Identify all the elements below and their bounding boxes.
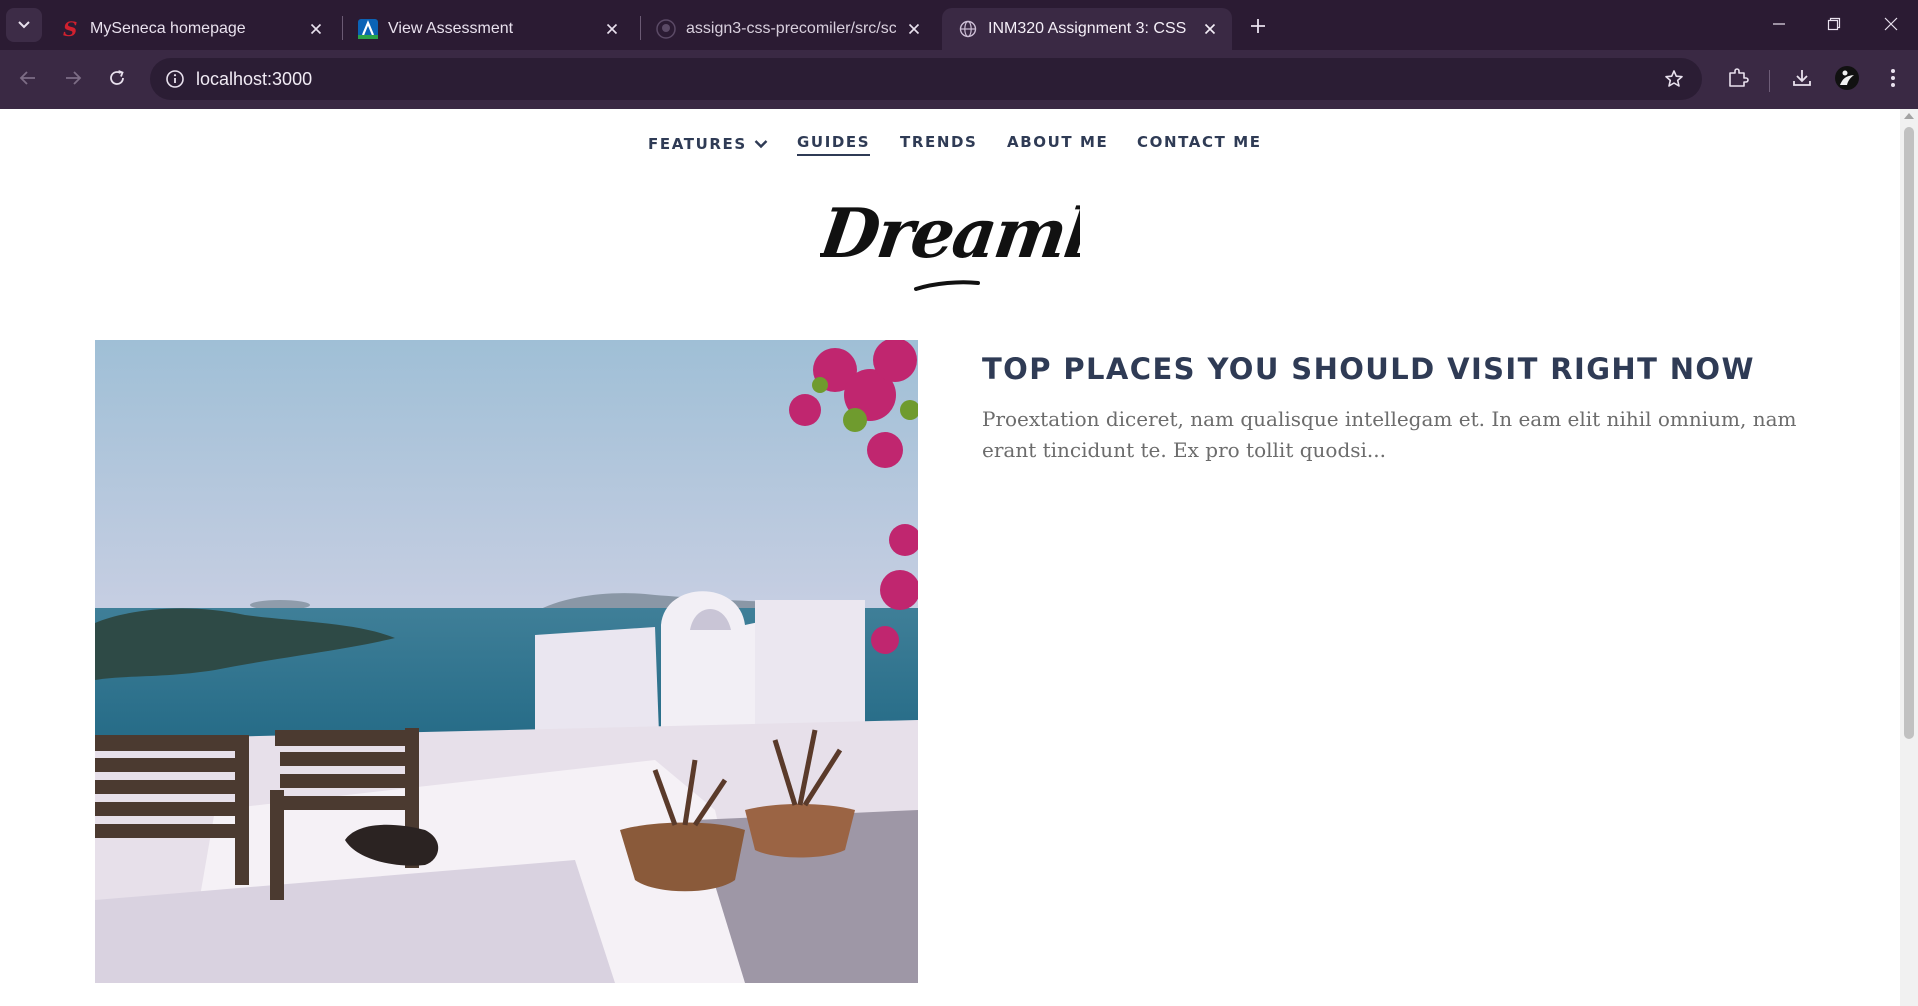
chevron-down-icon (18, 21, 30, 29)
globe-icon (958, 19, 978, 39)
post-title[interactable]: TOP PLACES YOU SHOULD VISIT RIGHT NOW (982, 337, 1755, 401)
avatar-icon (1835, 66, 1859, 90)
more-vertical-icon (1891, 69, 1895, 87)
post-featured-image[interactable] (95, 340, 918, 983)
github-icon (656, 19, 676, 39)
site-logo[interactable]: Dreamla (820, 197, 1080, 297)
nav-item-trends[interactable]: TRENDS (900, 133, 977, 151)
site-navigation: FEATURES GUIDES TRENDS ABOUT ME CONTACT … (0, 133, 1900, 163)
tab-inm320-assignment[interactable]: INM320 Assignment 3: CSS Pre (942, 8, 1232, 50)
tab-myseneca[interactable]: S MySeneca homepage (44, 8, 338, 50)
forward-button[interactable] (55, 60, 91, 96)
nav-label: FEATURES (648, 135, 747, 153)
nav-item-about-me[interactable]: ABOUT ME (1007, 133, 1108, 151)
nav-item-guides[interactable]: GUIDES (797, 133, 871, 156)
reload-button[interactable] (99, 60, 135, 96)
scrollbar-thumb[interactable] (1904, 127, 1914, 739)
nav-label: GUIDES (797, 133, 871, 156)
arrow-left-icon (19, 71, 35, 85)
svg-text:S: S (63, 19, 77, 39)
address-bar[interactable]: localhost:3000 (150, 58, 1702, 100)
page-scrollbar[interactable] (1900, 109, 1918, 1006)
tab-title: MySeneca homepage (90, 20, 246, 37)
scroll-up-arrow-icon[interactable] (1904, 113, 1914, 119)
tab-github-repo[interactable]: assign3-css-precomiler/src/scss (640, 8, 936, 50)
minimize-button[interactable] (1756, 8, 1802, 40)
site-info-icon[interactable] (160, 64, 190, 94)
new-tab-button[interactable] (1244, 12, 1272, 40)
tab-search-button[interactable] (6, 8, 42, 42)
url-text[interactable]: localhost:3000 (196, 58, 312, 100)
restore-icon (1827, 17, 1841, 31)
nav-label: ABOUT ME (1007, 133, 1109, 151)
browser-tab-strip: S MySeneca homepage View Assessment assi… (0, 0, 1918, 50)
nav-label: TRENDS (900, 133, 978, 151)
browser-menu-button[interactable] (1875, 60, 1911, 96)
toolbar-separator (1769, 70, 1770, 92)
seneca-s-icon: S (60, 19, 80, 39)
chevron-down-icon (754, 140, 768, 149)
downloads-button[interactable] (1784, 60, 1820, 96)
tab-title: View Assessment (388, 20, 514, 37)
extensions-button[interactable] (1720, 60, 1756, 96)
assessment-a-icon (358, 19, 378, 39)
close-tab-icon[interactable] (602, 19, 622, 39)
nav-item-features[interactable]: FEATURES (648, 135, 768, 153)
browser-toolbar: localhost:3000 (0, 50, 1918, 109)
close-icon (1884, 17, 1898, 31)
minimize-icon (1773, 23, 1785, 25)
reload-icon (110, 70, 124, 85)
plus-icon (1251, 19, 1265, 33)
profile-avatar[interactable] (1829, 60, 1865, 96)
tab-title: assign3-css-precomiler/src/scss (686, 20, 896, 37)
page-viewport: FEATURES GUIDES TRENDS ABOUT ME CONTACT … (0, 109, 1900, 1006)
back-button[interactable] (10, 60, 46, 96)
bookmark-star-icon[interactable] (1660, 65, 1688, 93)
arrow-right-icon (66, 71, 82, 85)
tab-title: INM320 Assignment 3: CSS Pre (988, 20, 1192, 37)
close-tab-icon[interactable] (306, 19, 326, 39)
logo-text: Dreamla (820, 197, 1080, 274)
post-excerpt: Proextation diceret, nam qualisque intel… (982, 407, 1797, 462)
nav-item-contact-me[interactable]: CONTACT ME (1137, 133, 1262, 151)
restore-button[interactable] (1811, 8, 1857, 40)
close-window-button[interactable] (1868, 8, 1914, 40)
download-icon (1793, 70, 1811, 86)
close-tab-icon[interactable] (1200, 19, 1220, 39)
close-tab-icon[interactable] (904, 19, 924, 39)
tab-view-assessment[interactable]: View Assessment (342, 8, 634, 50)
puzzle-icon (1729, 68, 1749, 87)
nav-label: CONTACT ME (1137, 133, 1262, 151)
